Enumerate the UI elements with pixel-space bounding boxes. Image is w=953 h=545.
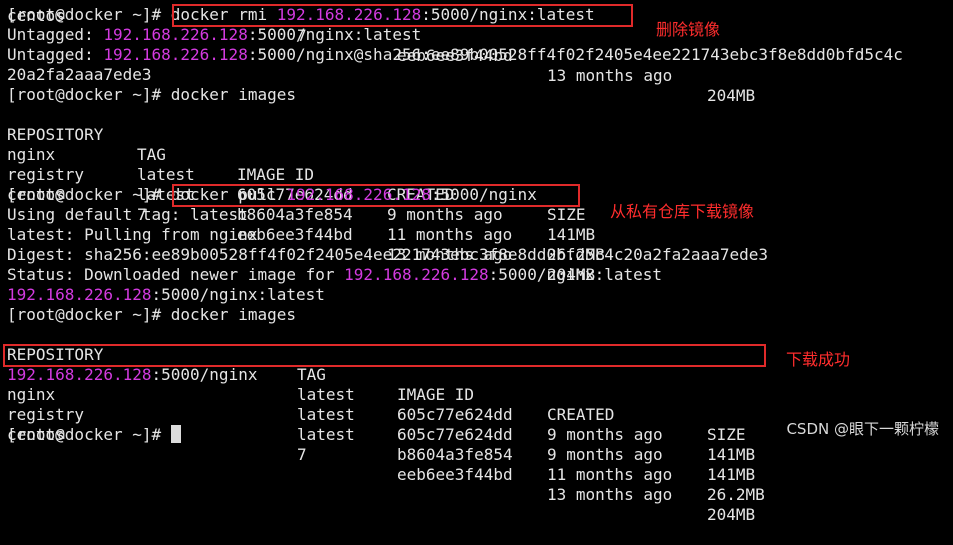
table-cell: 9 months ago — [547, 445, 663, 464]
table-cell: 13 months ago — [547, 66, 673, 85]
ip-address: 192.168.226.128 — [344, 265, 489, 284]
table-cell: 26.2MB — [707, 485, 765, 504]
table-cell: 141MB — [707, 465, 756, 484]
output-line: 192.168.226.128:5000/nginx:latest — [7, 285, 325, 304]
annotation-pull-success: 下载成功 — [786, 350, 851, 369]
table-cell: latest — [297, 425, 355, 444]
shell-prompt: [root@docker ~]# — [7, 425, 162, 444]
command-text: docker images — [161, 85, 296, 104]
table-row: nginx latest 605c77e624dd 9 months ago 1… — [0, 125, 953, 244]
ip-address: 192.168.226.128 — [103, 45, 248, 64]
table-cell: b8604a3fe854 — [397, 445, 513, 464]
table-cell: 9 months ago — [547, 425, 663, 444]
text-cursor — [170, 425, 181, 443]
table-cell: 141MB — [707, 445, 756, 464]
command-text: docker images — [161, 305, 296, 324]
output-line: 20a2fa2aaa7ede3 — [7, 65, 152, 84]
ip-address: 192.168.226.128 — [7, 285, 152, 304]
output-line: latest: Pulling from nginx — [7, 225, 258, 244]
shell-prompt: [root@docker ~]# — [7, 185, 162, 204]
annotation-delete-image: 删除镜像 — [656, 20, 721, 39]
column-header: SIZE — [707, 425, 746, 444]
table-cell: 204MB — [707, 86, 756, 105]
shell-prompt: [root@docker ~]# — [7, 5, 162, 24]
table-header: REPOSITORY TAG IMAGE ID CREATED SIZE — [0, 325, 953, 444]
table-cell: 13 months ago — [547, 485, 673, 504]
highlight-box-pull — [172, 184, 580, 207]
command-line-images: [root@docker ~]# docker images — [7, 305, 296, 325]
table-cell: 141MB — [547, 225, 596, 244]
output-line: Status: Downloaded newer image for 192.1… — [7, 265, 663, 284]
table-cell: 9 months ago — [387, 205, 503, 224]
highlight-box-rmi — [172, 4, 633, 27]
table-cell: 11 months ago — [547, 465, 673, 484]
output-line: Untagged: 192.168.226.128:5000/nginx:lat… — [7, 25, 422, 44]
table-cell: 605c77e624dd — [397, 425, 513, 444]
table-row: centos 7 eeb6ee3f44bd 13 months ago 204M… — [0, 165, 953, 284]
shell-prompt: [root@docker ~]# — [7, 85, 162, 104]
output-line: Digest: sha256:ee89b00528ff4f02f2405e4ee… — [7, 245, 768, 264]
command-line-current[interactable]: [root@docker ~]# — [7, 425, 181, 445]
watermark: CSDN @眼下一颗柠檬 — [786, 420, 939, 438]
table-cell: 204MB — [707, 505, 756, 524]
highlight-box-new-image — [3, 344, 766, 367]
column-header: SIZE — [547, 205, 586, 224]
table-cell: b8604a3fe854 — [237, 205, 353, 224]
output-line: Using default tag: latest — [7, 205, 248, 224]
table-header: REPOSITORY TAG IMAGE ID CREATED SIZE — [0, 105, 953, 224]
output-line: Untagged: 192.168.226.128:5000/nginx@sha… — [7, 45, 903, 64]
annotation-pull-private-registry: 从私有仓库下载镜像 — [610, 202, 755, 221]
ip-address: 192.168.226.128 — [103, 25, 248, 44]
table-cell: eeb6ee3f44bd — [397, 465, 513, 484]
table-cell: 7 — [297, 445, 307, 464]
table-cell: 11 months ago — [387, 225, 513, 244]
shell-prompt: [root@docker ~]# — [7, 305, 162, 324]
terminal-window[interactable]: centos 7 eeb6ee3f44bd 13 months ago 204M… — [0, 0, 953, 524]
table-row: registry latest b8604a3fe854 11 months a… — [0, 385, 953, 504]
command-line-images: [root@docker ~]# docker images — [7, 85, 296, 105]
table-row: registry latest b8604a3fe854 11 months a… — [0, 145, 953, 264]
